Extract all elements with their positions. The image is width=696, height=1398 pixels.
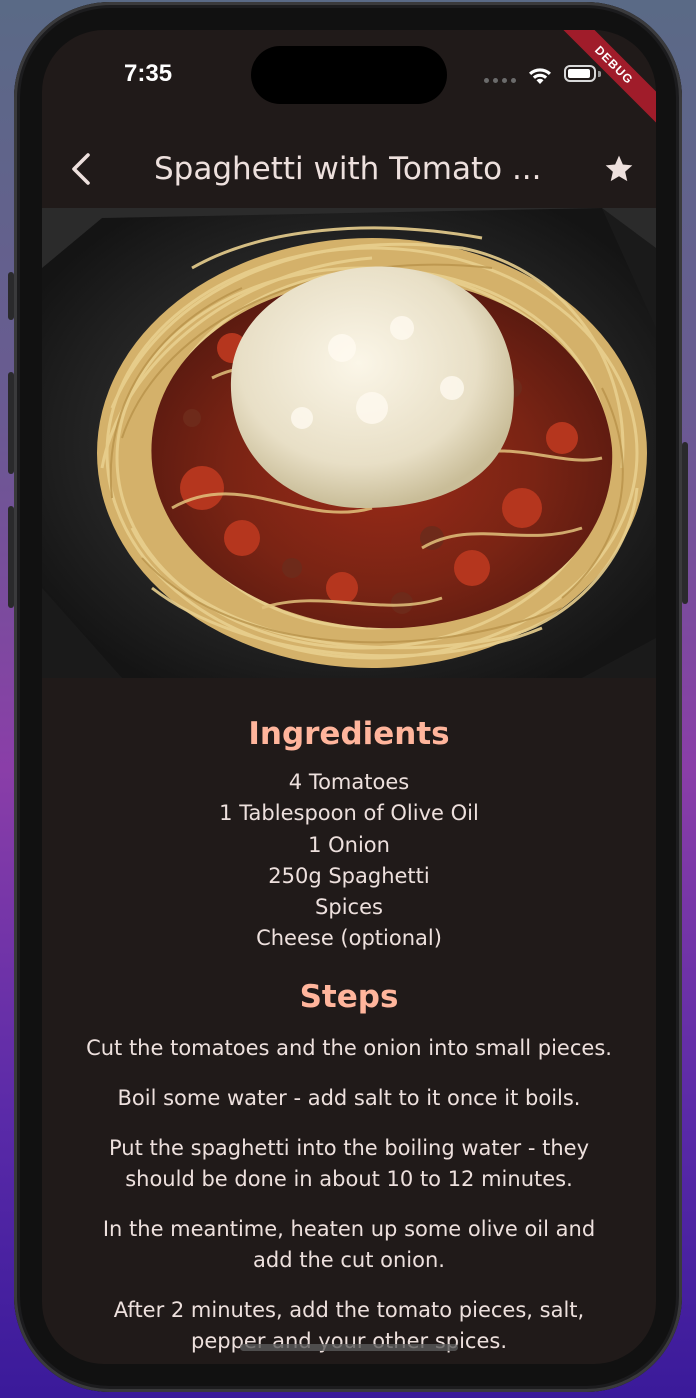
star-icon — [605, 155, 633, 182]
power-button — [682, 442, 688, 604]
battery-icon — [564, 65, 596, 82]
app-bar: Spaghetti with Tomato ... — [42, 130, 656, 208]
battery-tip — [598, 71, 601, 77]
dish-photo — [42, 208, 656, 678]
ingredient-item: 4 Tomatoes — [288, 770, 410, 794]
step-item: Put the spaghetti into the boiling water… — [108, 1135, 590, 1191]
ingredient-item: 1 Tablespoon of Olive Oil — [219, 801, 479, 826]
ingredient-item: Cheese (optional) — [256, 926, 442, 951]
step-item: In the meantime, heaten up some olive oi… — [102, 1216, 596, 1272]
app-screen: 7:35 DEBUG Spaghetti with Tomato ... Ing… — [42, 30, 656, 1364]
status-time: 7:35 — [124, 60, 173, 87]
recipe-image — [42, 208, 656, 678]
favorite-button[interactable] — [594, 144, 644, 194]
ingredients-list: 4 Tomatoes 1 Tablespoon of Olive Oil 1 O… — [42, 767, 656, 955]
ingredient-item: Spices — [315, 895, 383, 920]
step-item: Boil some water - add salt to it once it… — [117, 1085, 581, 1110]
action-button — [8, 272, 14, 320]
recipe-details: Ingredients 4 Tomatoes 1 Tablespoon of O… — [42, 678, 656, 1364]
ingredient-item: 1 Onion — [308, 832, 390, 857]
chevron-left-icon — [72, 153, 90, 185]
back-button[interactable] — [56, 144, 106, 194]
status-bar: 7:35 DEBUG — [42, 30, 656, 130]
ingredient-item: 250g Spaghetti — [268, 863, 430, 888]
steps-list: Cut the tomatoes and the onion into smal… — [42, 1033, 656, 1357]
steps-heading: Steps — [299, 978, 399, 1015]
wifi-icon — [529, 68, 551, 84]
step-item: Cut the tomatoes and the onion into smal… — [86, 1035, 612, 1060]
ingredients-heading: Ingredients — [248, 716, 450, 752]
page-title: Spaghetti with Tomato ... — [154, 151, 542, 187]
volume-down-button — [8, 506, 14, 608]
volume-up-button — [8, 372, 14, 474]
cellular-signal-icon — [484, 78, 516, 83]
dynamic-island — [251, 46, 447, 104]
home-indicator[interactable] — [240, 1344, 458, 1351]
